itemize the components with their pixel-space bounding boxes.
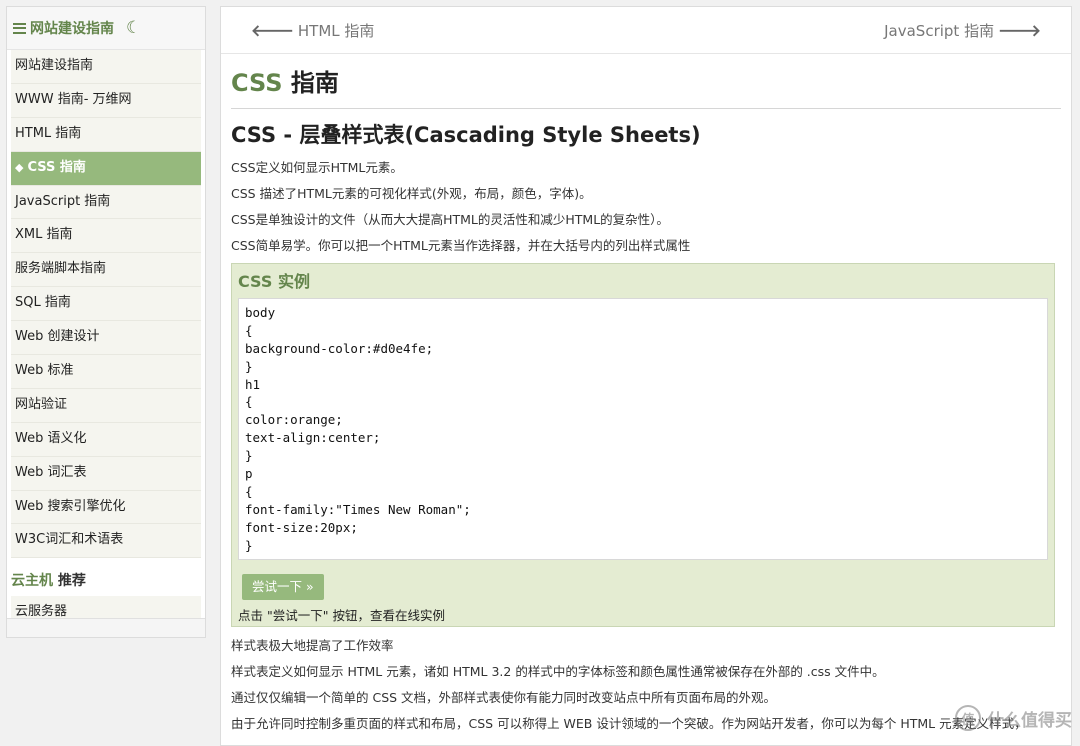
tag-icon: ◆: [15, 160, 24, 174]
sidebar-header: 网站建设指南 ☾: [7, 7, 205, 50]
code-line: p: [245, 466, 253, 482]
code-line: }: [245, 358, 253, 374]
sidebar-item[interactable]: JavaScript 指南: [11, 185, 201, 220]
sidebar-item[interactable]: XML 指南: [11, 219, 201, 254]
intro-paragraph: CSS是单独设计的文件（从而大大提高HTML的灵活性和减少HTML的复杂性）。: [231, 212, 669, 227]
sidebar-item-label: HTML 指南: [15, 125, 82, 141]
watermark-logo-icon: 值: [955, 705, 981, 731]
body-paragraph: 通过仅仅编辑一个简单的 CSS 文档，外部样式表使你有能力同时改变站点中所有页面…: [231, 690, 777, 705]
code-line: {: [245, 322, 253, 338]
sidebar-item[interactable]: ◆ CSS 指南: [11, 151, 201, 186]
intro-paragraph: CSS简单易学。你可以把一个HTML元素当作选择器，并在大括号内的列出样式属性: [231, 238, 691, 253]
sidebar-item[interactable]: W3C词汇和术语表: [11, 524, 201, 559]
page-title-rest: 指南: [282, 69, 339, 97]
sidebar-item-label: 服务端脚本指南: [15, 261, 107, 277]
moon-icon[interactable]: ☾: [126, 19, 141, 37]
sidebar-title: 网站建设指南: [30, 21, 114, 37]
sidebar-item[interactable]: 网站建设指南: [11, 50, 201, 84]
sidebar-item-label: 网站建设指南: [15, 58, 94, 73]
code-line: text-align:center;: [245, 430, 381, 446]
next-page-label: JavaScript 指南: [884, 21, 995, 40]
sidebar-section-rest: 推荐: [53, 573, 86, 590]
try-it-note: 点击 "尝试一下" 按钮，查看在线实例: [238, 608, 445, 623]
sidebar-item-label: Web 创建设计: [15, 329, 100, 345]
after-paragraphs: 样式表极大地提高了工作效率样式表定义如何显示 HTML 元素，诸如 HTML 3…: [221, 633, 1071, 737]
code-line: {: [245, 483, 253, 499]
prev-page-link[interactable]: 🡐 HTML 指南: [251, 20, 374, 41]
sidebar-item[interactable]: 服务端脚本指南: [11, 253, 201, 288]
code-line: {: [245, 394, 253, 410]
sidebar-item[interactable]: Web 语义化: [11, 422, 201, 457]
prev-page-label: HTML 指南: [297, 21, 375, 40]
sidebar-item-label: CSS 指南: [27, 159, 86, 175]
watermark-text: 什么值得买: [987, 710, 1072, 731]
sidebar-item[interactable]: Web 搜索引擎优化: [11, 490, 201, 525]
intro-paragraphs: CSS定义如何显示HTML元素。 CSS 描述了HTML元素的可视化样式(外观，布…: [221, 155, 1071, 259]
arrow-right-icon: 🡒: [998, 21, 1041, 40]
try-it-button[interactable]: 尝试一下 »: [242, 574, 324, 600]
sidebar-item[interactable]: 网站验证: [11, 388, 201, 423]
sidebar-item-label: 网站验证: [15, 396, 68, 412]
sidebar-item[interactable]: SQL 指南: [11, 287, 201, 322]
code-line: }: [245, 448, 253, 464]
sidebar-section-highlight: 云主机: [11, 573, 53, 590]
code-block: body { background-color:#d0e4fe;} h1 { color:…: [238, 298, 1048, 560]
page-subtitle: CSS - 层叠样式表(Cascading Style Sheets): [231, 123, 701, 147]
watermark: 值 什么值得买: [955, 705, 1072, 731]
intro-paragraph: CSS 描述了HTML元素的可视化样式(外观，布局，颜色，字体)。: [231, 186, 592, 201]
sidebar-item[interactable]: HTML 指南: [11, 117, 201, 152]
page-navbar: 🡐 HTML 指南 JavaScript 指南 🡒: [221, 7, 1071, 54]
sidebar-list: 网站建设指南 WWW 指南- 万维网 HTML 指南 ◆ CSS 指南 JavaScrip…: [11, 50, 201, 559]
code-line: font-family:"Times New Roman";: [245, 501, 471, 517]
sidebar-footer: [7, 618, 205, 637]
sidebar: 网站建设指南 ☾ 网站建设指南 WWW 指南- 万维网 HTML 指南 ◆ CSS 指南…: [6, 6, 206, 638]
code-line: }: [245, 537, 253, 553]
sidebar-item-label: Web 搜索引擎优化: [15, 498, 126, 514]
sidebar-item[interactable]: Web 创建设计: [11, 321, 201, 356]
code-line: font-size:20px;: [245, 519, 358, 535]
sidebar-item-label: XML 指南: [15, 227, 73, 243]
sidebar-item[interactable]: WWW 指南- 万维网: [11, 83, 201, 118]
main-content: 🡐 HTML 指南 JavaScript 指南 🡒 CSS 指南 CSS - 层…: [220, 6, 1072, 746]
sidebar-item-label: W3C词汇和术语表: [15, 532, 124, 548]
sidebar-item-label: WWW 指南- 万维网: [15, 91, 132, 107]
sidebar-item-label: JavaScript 指南: [15, 193, 111, 209]
list-icon: [13, 22, 26, 34]
sidebar-item-label: Web 标准: [15, 363, 74, 379]
sidebar-item-label: Web 语义化: [15, 430, 87, 446]
sidebar-item-label: Web 词汇表: [15, 464, 87, 480]
intro-paragraph: CSS定义如何显示HTML元素。: [231, 160, 403, 175]
sidebar-item-label: SQL 指南: [15, 295, 71, 311]
code-line: background-color:#d0e4fe;: [245, 340, 434, 356]
body-paragraph: 由于允许同时控制多重页面的样式和布局，CSS 可以称得上 WEB 设计领域的一个…: [231, 716, 1027, 731]
sidebar-item[interactable]: Web 词汇表: [11, 456, 201, 491]
code-line: color:orange;: [245, 412, 343, 428]
next-page-link[interactable]: JavaScript 指南 🡒: [884, 20, 1041, 41]
example-box: CSS 实例 body { background-color:#d0e4fe;} h1…: [231, 263, 1055, 627]
body-paragraph: 样式表极大地提高了工作效率: [231, 638, 394, 653]
code-line: body: [245, 305, 276, 320]
page-title: CSS 指南: [231, 66, 1061, 109]
body-paragraph: 样式表定义如何显示 HTML 元素，诸如 HTML 3.2 的样式中的字体标签和…: [231, 664, 885, 679]
sidebar-section-title: 云主机 推荐: [11, 570, 201, 592]
arrow-left-icon: 🡐: [251, 21, 294, 40]
page-title-highlight: CSS: [231, 69, 283, 97]
sidebar-item[interactable]: Web 标准: [11, 355, 201, 389]
code-line: h1: [245, 376, 261, 392]
example-title: CSS 实例: [238, 272, 310, 291]
